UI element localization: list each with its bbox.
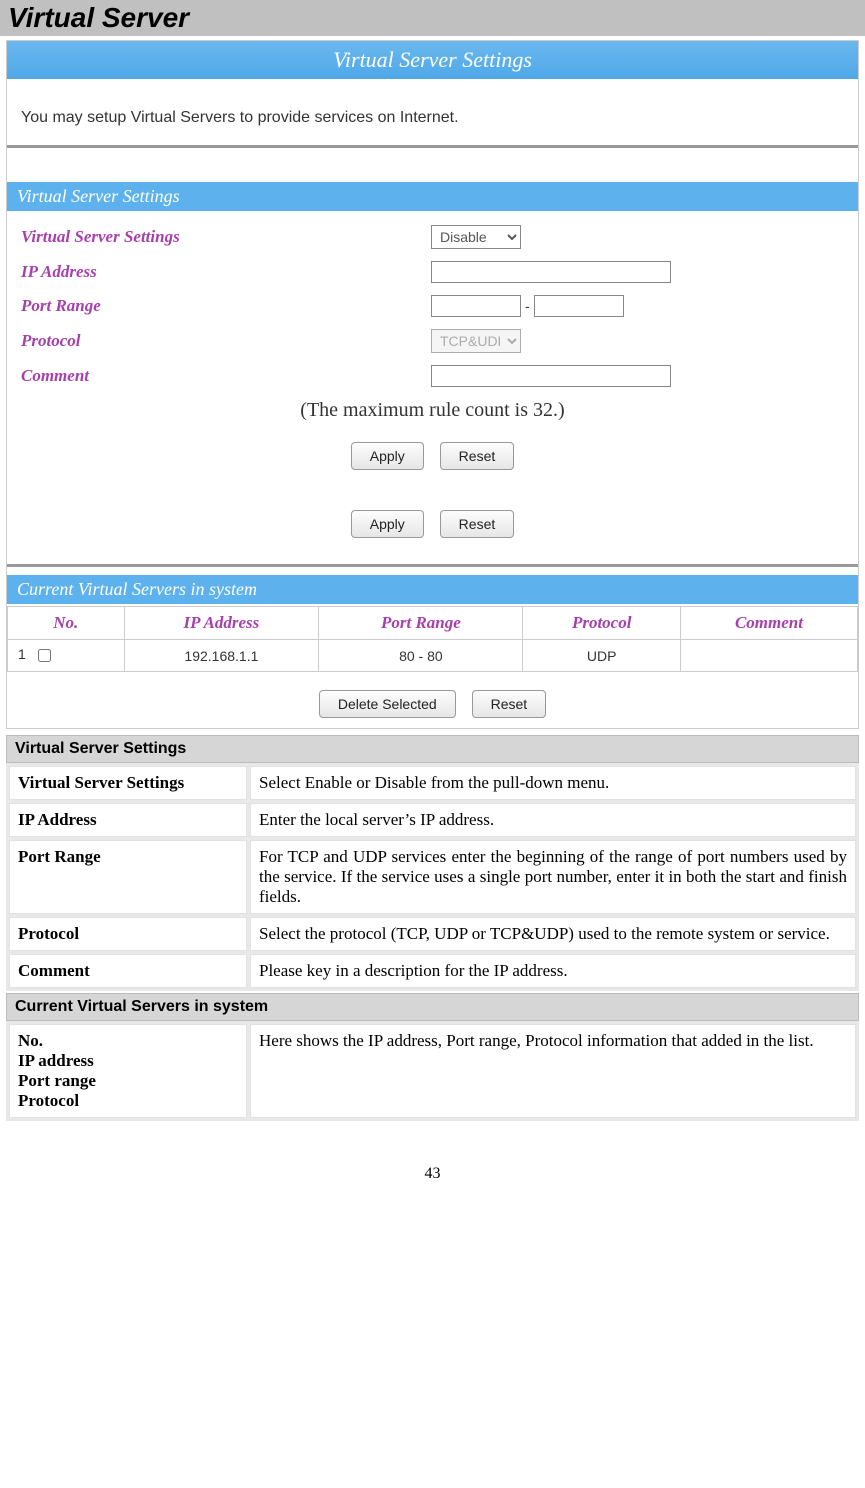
current-subheader: Current Virtual Servers in system [7, 575, 858, 604]
row-port: 80 - 80 [319, 640, 523, 672]
doc-section: Virtual Server Settings Virtual Server S… [6, 735, 859, 1121]
page-title: Virtual Server [0, 0, 865, 36]
doc-val: Enter the local server’s IP address. [250, 803, 856, 837]
comment-input[interactable] [431, 365, 671, 387]
doc-key: Protocol [9, 917, 247, 951]
max-rule-note: (The maximum rule count is 32.) [17, 393, 848, 436]
portrange-label: Port Range [17, 296, 431, 316]
th-ip: IP Address [124, 607, 319, 640]
th-port: Port Range [319, 607, 523, 640]
reset-button-3[interactable]: Reset [472, 690, 547, 718]
port-sep: - [521, 298, 534, 314]
reset-button-2[interactable]: Reset [440, 510, 515, 538]
doc-table-2: No. IP address Port range Protocol Here … [6, 1021, 859, 1121]
page-number: 43 [0, 1123, 865, 1193]
protocol-select[interactable]: TCP&UDP [431, 329, 521, 353]
doc-key: Virtual Server Settings [9, 766, 247, 800]
doc-table-1: Virtual Server Settings Select Enable or… [6, 763, 859, 991]
ip-input[interactable] [431, 261, 671, 283]
vss-label: Virtual Server Settings [17, 227, 431, 247]
doc-key: Port Range [9, 840, 247, 914]
port-start-input[interactable] [431, 295, 521, 317]
th-no: No. [8, 607, 125, 640]
doc-val: Please key in a description for the IP a… [250, 954, 856, 988]
doc-key: Comment [9, 954, 247, 988]
doc-val: Here shows the IP address, Port range, P… [250, 1024, 856, 1118]
row-ip: 192.168.1.1 [124, 640, 319, 672]
delete-selected-button[interactable]: Delete Selected [319, 690, 456, 718]
port-end-input[interactable] [534, 295, 624, 317]
vss-select[interactable]: Disable [431, 225, 521, 249]
doc-sec1-title: Virtual Server Settings [6, 735, 859, 763]
doc-sec2-title: Current Virtual Servers in system [6, 993, 859, 1021]
comment-label: Comment [17, 366, 431, 386]
panel-title: Virtual Server Settings [7, 41, 858, 79]
table-row: 1 192.168.1.1 80 - 80 UDP [8, 640, 858, 672]
intro-text: You may setup Virtual Servers to provide… [7, 79, 858, 148]
doc-val: Select the protocol (TCP, UDP or TCP&UDP… [250, 917, 856, 951]
row-comment [680, 640, 857, 672]
doc-key: No. IP address Port range Protocol [9, 1024, 247, 1118]
ip-label: IP Address [17, 262, 431, 282]
settings-subheader: Virtual Server Settings [7, 182, 858, 211]
row-protocol: UDP [523, 640, 680, 672]
doc-val: Select Enable or Disable from the pull-d… [250, 766, 856, 800]
protocol-label: Protocol [17, 331, 431, 351]
apply-button-2[interactable]: Apply [351, 510, 424, 538]
doc-key: IP Address [9, 803, 247, 837]
th-comment: Comment [680, 607, 857, 640]
settings-form: Virtual Server Settings Disable IP Addre… [7, 211, 858, 556]
row-checkbox[interactable] [38, 649, 51, 662]
screenshot-panel: Virtual Server Settings You may setup Vi… [6, 40, 859, 729]
th-protocol: Protocol [523, 607, 680, 640]
current-servers-table: No. IP Address Port Range Protocol Comme… [7, 606, 858, 672]
row-no: 1 [18, 646, 26, 662]
reset-button-1[interactable]: Reset [440, 442, 515, 470]
apply-button-1[interactable]: Apply [351, 442, 424, 470]
doc-val: For TCP and UDP services enter the begin… [250, 840, 856, 914]
